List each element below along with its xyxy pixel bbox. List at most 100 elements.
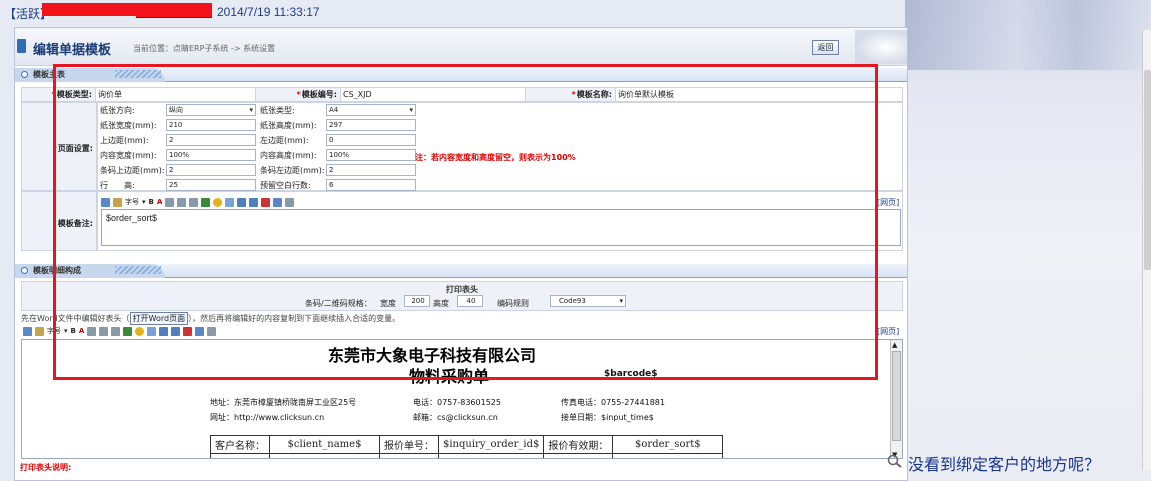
chevron-down-icon[interactable]: ▾ [64,327,68,335]
scrollbar-thumb[interactable] [1144,70,1151,270]
template-code-field[interactable]: CS_XJD [340,87,526,102]
template-name-field[interactable]: 询价单默认模板 [615,87,903,102]
reserved-rows-label: 预留空白行数: [260,181,311,190]
print-header-panel: 打印表头 条码/二维码规格： 宽度 200 高度 40 编码规则 Code93 ▾ [21,281,903,311]
chevron-down-icon[interactable]: ▾ [142,198,146,206]
scrollbar-thumb[interactable] [892,351,901,441]
paper-type-select[interactable]: A4 ▾ [326,104,416,116]
font-size-select[interactable]: 字号 [47,326,61,336]
template-type-field[interactable]: 询价单 [95,87,256,102]
barcode-left-input[interactable]: 2 [326,164,416,176]
paste-icon[interactable] [35,326,44,336]
section-bullet-icon [21,267,28,274]
paste-icon[interactable] [113,197,122,207]
preview-icon[interactable] [195,326,205,336]
html-mode-link[interactable]: [网页] [877,197,899,208]
font-color-icon[interactable]: A [79,327,84,335]
company-email: 邮箱：cs@clicksun.cn [413,413,498,422]
print-header-footer-label: 打印表头说明: [20,463,72,472]
list-icon[interactable] [99,326,109,336]
link-icon[interactable] [201,197,211,207]
chevron-down-icon: ▾ [249,106,253,114]
emoji-icon[interactable] [213,197,223,207]
table-icon[interactable] [159,326,169,336]
table-cell: 客户名称： [210,435,270,454]
insert-table-icon[interactable] [171,326,181,336]
breadcrumb: 当前位置：点睛ERP子系统 -> 系统设置 [133,44,276,53]
remark-label: 模板备注: [57,219,93,228]
redacted-username [42,3,136,16]
content-height-label: 内容高度(mm): [260,151,317,160]
detail-section-bar[interactable]: 模板明细构成 [15,264,907,278]
row-height-input[interactable]: 25 [166,179,256,191]
template-section-title: 模板主表 [33,70,65,79]
list-icon[interactable] [177,197,187,207]
remark-editor[interactable]: $order_sort$ [101,209,901,246]
table-cell: $order_sort$ [612,435,724,454]
template-form-table: *模板类型: 询价单 *模板编号: CS_XJD *模板名称: 询价单默认模板 [21,87,903,102]
content-width-input[interactable]: 100% [166,149,256,161]
company-phone: 电话：0757-83601525 [413,398,501,407]
image-icon[interactable] [147,326,157,336]
image-icon[interactable] [225,197,235,207]
indent-icon[interactable] [189,197,199,207]
emoji-icon[interactable] [135,326,145,336]
page-scrollbar[interactable] [1142,30,1151,470]
open-word-button[interactable]: 打开Word页面 [129,312,189,325]
barcode-top-label: 条码上边距(mm): [100,166,165,175]
barcode-height-input[interactable]: 40 [457,295,483,307]
table-icon[interactable] [237,197,247,207]
reserved-rows-input[interactable]: 6 [326,179,416,191]
edit-icon [17,39,26,53]
barcode-height-label: 高度 [433,299,449,308]
stripe-decoration [115,70,161,78]
flash-icon[interactable] [261,197,271,207]
bold-icon[interactable]: B [71,327,76,335]
paper-height-input[interactable]: 297 [326,119,416,131]
orientation-label: 纸张方向: [100,106,135,115]
left-margin-input[interactable]: 0 [326,134,416,146]
detail-section-tab[interactable]: 模板明细构成 [15,264,81,278]
back-button[interactable]: 返回 [812,40,839,55]
content-height-input[interactable]: 100% [326,149,416,161]
bold-icon[interactable]: B [149,198,154,206]
align-icon[interactable] [87,326,97,336]
barcode-width-input[interactable]: 200 [404,295,430,307]
font-color-icon[interactable]: A [157,198,162,206]
insert-table-icon[interactable] [249,197,259,207]
print-icon[interactable] [285,197,295,207]
orientation-select[interactable]: 纵向 ▾ [166,104,256,116]
link-icon[interactable] [123,326,133,336]
template-type-label: *模板类型: [21,87,96,102]
undo-icon[interactable] [23,326,32,336]
chevron-down-icon: ▾ [409,106,413,114]
template-section-bar[interactable]: 模板主表 [15,68,907,82]
table-cell: 报价有效期： [543,435,614,454]
status-datetime: 2014/7/19 11:33:17 [217,5,320,19]
encoding-rule-select[interactable]: Code93 ▾ [550,295,626,307]
indent-icon[interactable] [111,326,121,336]
top-margin-input[interactable]: 2 [166,134,256,146]
preview-icon[interactable] [273,197,283,207]
company-fax: 传真电话：0755-27441881 [561,398,665,407]
align-icon[interactable] [165,197,175,207]
editor-scrollbar[interactable]: ▲ ▼ [890,340,902,458]
paper-width-input[interactable]: 210 [166,119,256,131]
font-size-select[interactable]: 字号 [125,197,139,207]
flash-icon[interactable] [183,326,193,336]
paper-height-label: 纸张高度(mm): [260,121,317,130]
order-date: 接单日期：$input_time$ [561,413,654,422]
barcode-top-input[interactable]: 2 [166,164,256,176]
print-icon[interactable] [207,326,217,336]
template-name-label: *模板名称: [525,87,616,102]
remark-editor-toolbar: 字号 ▾ B A [101,196,295,208]
help-link[interactable]: 没看到绑定客户的地方呢？ [908,451,1100,475]
print-header-editor[interactable]: 东莞市大象电子科技有限公司 物料采购单 $barcode$ 地址：东莞市樟厦镇桥… [21,339,903,459]
barcode-size-label: 条码/二维码规格： [305,299,372,308]
table-row: 客户名称： $client_name$ 报价单号： $inquiry_order… [210,435,724,454]
scroll-up-icon[interactable]: ▲ [892,341,897,349]
undo-icon[interactable] [101,197,110,207]
chevron-down-icon: ▾ [619,297,623,305]
html-mode-link-2[interactable]: [网页] [877,326,899,337]
template-section-tab[interactable]: 模板主表 [15,68,65,82]
